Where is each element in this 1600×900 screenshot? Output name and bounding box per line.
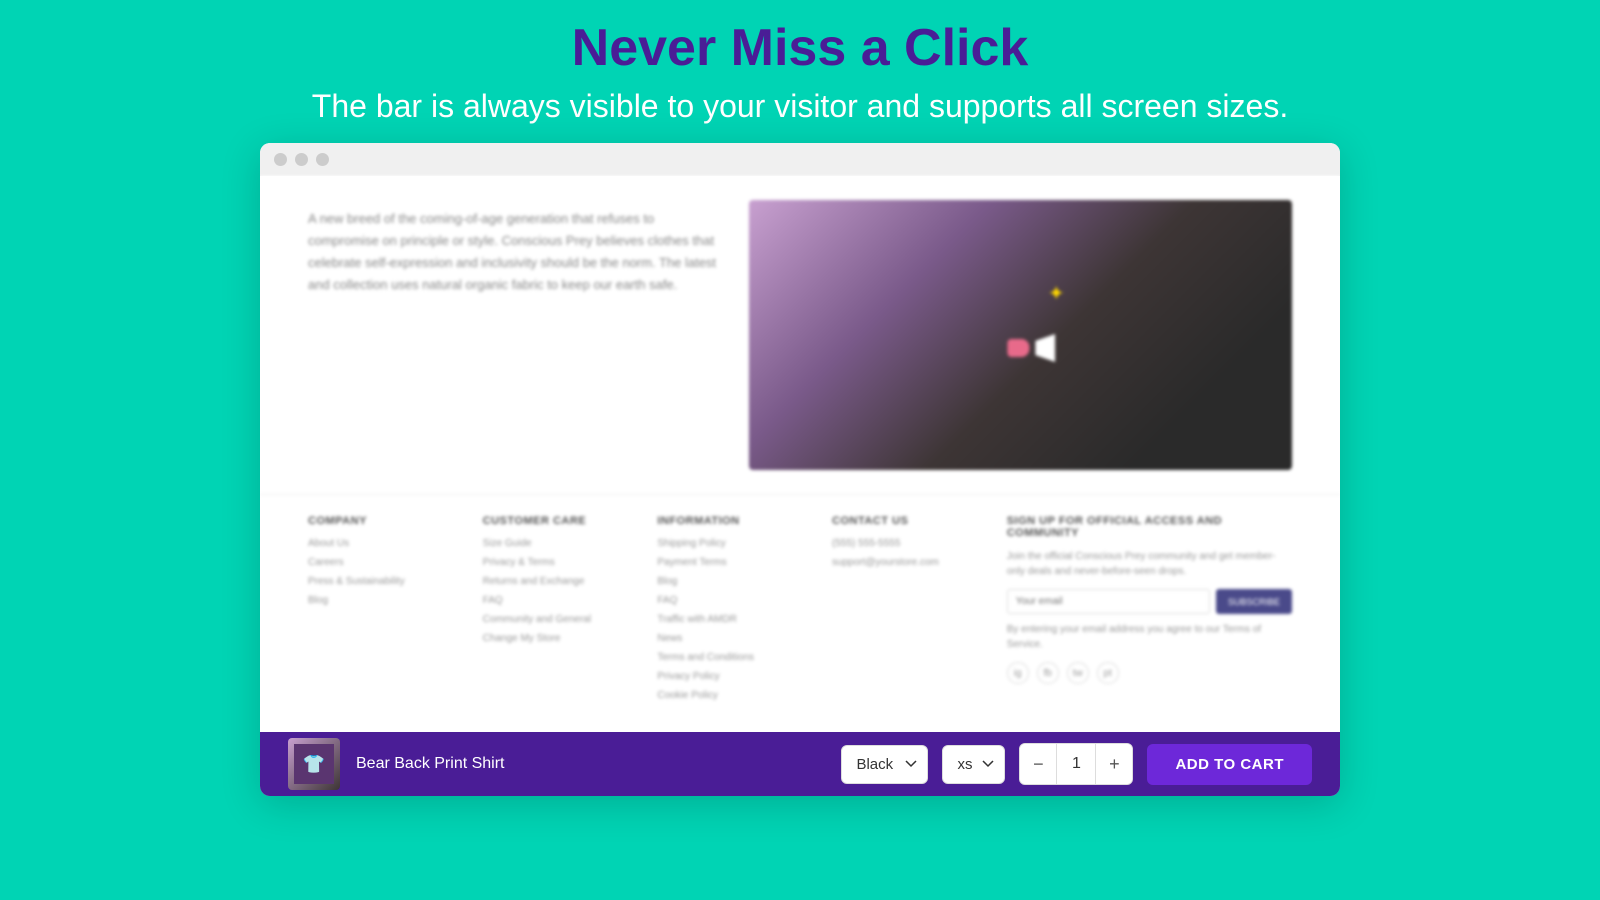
- newsletter-subscribe-button[interactable]: SUBSCRIBE: [1216, 589, 1292, 614]
- footer-link-shipping: Shipping Policy: [657, 537, 800, 551]
- footer-link-community: Community and General: [483, 613, 626, 627]
- sticky-product-name: Bear Back Print Shirt: [356, 755, 841, 773]
- page-footer-section: COMPANY About Us Careers Press & Sustain…: [260, 494, 1340, 732]
- size-select[interactable]: xs s m l xl: [942, 745, 1005, 784]
- footer-col-customer-title: CUSTOMER CARE: [483, 515, 626, 527]
- sticky-product-thumbnail: 👕: [288, 738, 340, 790]
- quantity-decrease-button[interactable]: −: [1020, 744, 1056, 784]
- facebook-icon[interactable]: fb: [1037, 662, 1059, 684]
- browser-window: A new breed of the coming-of-age generat…: [260, 143, 1340, 796]
- footer-col-newsletter: Sign up for Official Access and Communit…: [1007, 515, 1292, 708]
- footer-email: support@yourstore.com: [832, 556, 975, 570]
- svg-text:👕: 👕: [303, 754, 325, 774]
- footer-link-about: About Us: [308, 537, 451, 551]
- browser-titlebar: [260, 143, 1340, 176]
- footer-col-company: COMPANY About Us Careers Press & Sustain…: [308, 515, 451, 708]
- footer-link-blog1: Blog: [308, 594, 451, 608]
- newsletter-disclaimer: By entering your email address you agree…: [1007, 622, 1292, 652]
- pinterest-icon[interactable]: pt: [1097, 662, 1119, 684]
- social-icons-row: ig fb tw pt: [1007, 662, 1292, 684]
- footer-link-press: Press & Sustainability: [308, 575, 451, 589]
- footer-col-contact: CONTACT US (555) 555-5555 support@yourst…: [832, 515, 975, 708]
- footer-col-info: INFORMATION Shipping Policy Payment Term…: [657, 515, 800, 708]
- footer-link-terms: Terms and Conditions: [657, 651, 800, 665]
- quantity-value: 1: [1056, 744, 1096, 784]
- add-to-cart-button[interactable]: ADD TO CART: [1147, 744, 1312, 785]
- browser-dot-green: [316, 153, 329, 166]
- footer-phone: (555) 555-5555: [832, 537, 975, 551]
- footer-col-newsletter-title: Sign up for Official Access and Communit…: [1007, 515, 1292, 539]
- footer-link-store: Change My Store: [483, 632, 626, 646]
- hero-title: Never Miss a Click: [572, 18, 1029, 78]
- hand-icon: [1007, 339, 1029, 357]
- quantity-increase-button[interactable]: +: [1096, 744, 1132, 784]
- megaphone-icon: [1035, 334, 1075, 362]
- browser-dot-red: [274, 153, 287, 166]
- footer-link-traffic: Traffic with AMDR: [657, 613, 800, 627]
- footer-newsletter-desc: Join the official Conscious Prey communi…: [1007, 549, 1292, 579]
- browser-content-area: A new breed of the coming-of-age generat…: [260, 176, 1340, 796]
- footer-col-company-title: COMPANY: [308, 515, 451, 527]
- newsletter-row: SUBSCRIBE: [1007, 589, 1292, 614]
- sparkle-decoration: ✦: [1048, 281, 1065, 306]
- browser-dot-yellow: [295, 153, 308, 166]
- footer-link-size: Size Guide: [483, 537, 626, 551]
- sticky-bar-controls: Black White Navy Red xs s m l xl − 1 +: [841, 743, 1312, 785]
- page-product-section: A new breed of the coming-of-age generat…: [260, 176, 1340, 494]
- footer-col-info-title: INFORMATION: [657, 515, 800, 527]
- twitter-icon[interactable]: tw: [1067, 662, 1089, 684]
- page-image-column: ✦: [749, 200, 1292, 470]
- product-description: A new breed of the coming-of-age generat…: [308, 208, 725, 296]
- footer-col-customer: CUSTOMER CARE Size Guide Privacy & Terms…: [483, 515, 626, 708]
- footer-link-faq2: FAQ: [657, 594, 800, 608]
- page-text-column: A new breed of the coming-of-age generat…: [308, 200, 725, 470]
- sticky-add-to-cart-bar: 👕 Bear Back Print Shirt Black White Navy…: [260, 732, 1340, 796]
- newsletter-input[interactable]: [1007, 589, 1210, 614]
- instagram-icon[interactable]: ig: [1007, 662, 1029, 684]
- footer-link-privacy2: Privacy Policy: [657, 670, 800, 684]
- footer-link-news: News: [657, 632, 800, 646]
- footer-link-cookie: Cookie Policy: [657, 689, 800, 703]
- color-select[interactable]: Black White Navy Red: [841, 745, 928, 784]
- thumbnail-image: 👕: [294, 744, 334, 784]
- footer-link-privacy: Privacy & Terms: [483, 556, 626, 570]
- hero-subtitle: The bar is always visible to your visito…: [312, 88, 1288, 125]
- browser-page-content: A new breed of the coming-of-age generat…: [260, 176, 1340, 732]
- footer-col-contact-title: CONTACT US: [832, 515, 975, 527]
- footer-link-returns: Returns and Exchange: [483, 575, 626, 589]
- quantity-control: − 1 +: [1019, 743, 1133, 785]
- footer-link-careers: Careers: [308, 556, 451, 570]
- product-image: ✦: [749, 200, 1292, 470]
- footer-link-payment: Payment Terms: [657, 556, 800, 570]
- footer-link-faq: FAQ: [483, 594, 626, 608]
- shirt-design: [1007, 334, 1075, 362]
- footer-link-blog2: Blog: [657, 575, 800, 589]
